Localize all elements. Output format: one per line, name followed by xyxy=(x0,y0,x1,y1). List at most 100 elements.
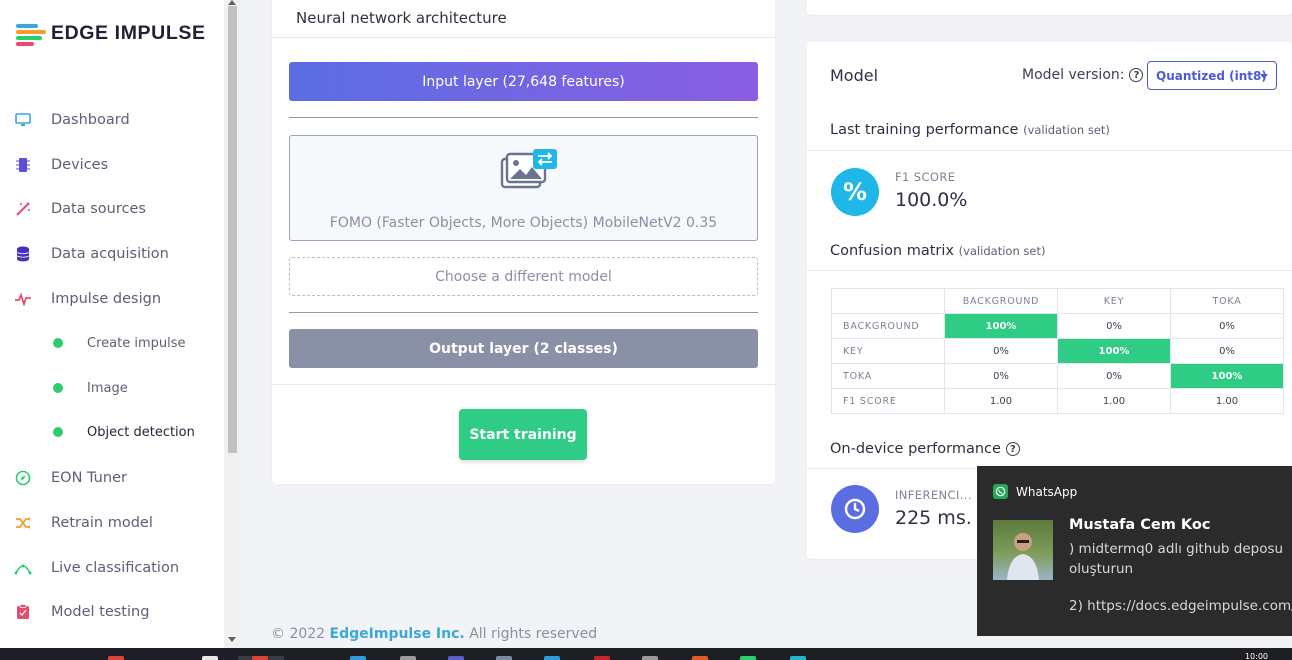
taskbar-app-icon[interactable] xyxy=(740,656,756,660)
chip-icon xyxy=(14,156,32,174)
card-title: Neural network architecture xyxy=(296,9,507,27)
sidebar-item-model-testing[interactable]: Model testing xyxy=(0,597,224,627)
row-header: KEY xyxy=(831,338,945,364)
taskbar-app-icon[interactable] xyxy=(400,656,416,660)
sidebar-item-impulse-design[interactable]: Impulse design xyxy=(0,284,224,314)
divider xyxy=(289,312,758,313)
matrix-cell: 100% xyxy=(944,313,1058,339)
choose-model-button[interactable]: Choose a different model xyxy=(289,257,758,296)
taskbar-app-icon[interactable] xyxy=(448,656,464,660)
clock-icon xyxy=(831,485,879,533)
row-header: TOKA xyxy=(831,363,945,389)
model-block[interactable]: FOMO (Faster Objects, More Objects) Mobi… xyxy=(289,135,758,241)
help-icon[interactable]: ? xyxy=(1005,442,1020,456)
row-header: BACKGROUND xyxy=(831,313,945,339)
logo-icon xyxy=(16,23,46,46)
logo[interactable]: EDGE IMPULSE xyxy=(16,22,206,46)
inferencing-label: INFERENCI... xyxy=(895,488,972,502)
percent-icon: % xyxy=(831,168,879,216)
clipboard-icon xyxy=(14,603,32,621)
column-header: TOKA xyxy=(1170,288,1284,314)
taskbar-app-icon[interactable] xyxy=(202,656,218,660)
matrix-cell: 1.00 xyxy=(1057,388,1171,414)
footer: © 2022 EdgeImpulse Inc. All rights reser… xyxy=(271,626,598,642)
model-name: FOMO (Faster Objects, More Objects) Mobi… xyxy=(329,215,718,231)
taskbar-app-icon[interactable] xyxy=(544,656,560,660)
output-layer[interactable]: Output layer (2 classes) xyxy=(289,329,758,368)
on-device-heading: On-device performance ? xyxy=(830,441,1020,457)
notification-toast[interactable]: WhatsApp Mustafa Cem Koc ) midtermq0 adl… xyxy=(977,466,1292,636)
monitor-icon xyxy=(14,111,32,129)
column-header: BACKGROUND xyxy=(944,288,1058,314)
taskbar-app-icon[interactable] xyxy=(496,656,512,660)
confusion-matrix: BACKGROUND KEY TOKA BACKGROUND 100% 0% 0… xyxy=(831,288,1284,414)
matrix-cell: 0% xyxy=(1170,313,1284,339)
sidebar-item-eon-tuner[interactable]: EON Tuner xyxy=(0,463,224,493)
card-title: Model xyxy=(830,66,879,85)
scroll-up-icon[interactable] xyxy=(228,0,236,5)
company-link[interactable]: EdgeImpulse Inc. xyxy=(330,626,465,642)
taskbar-app-icon[interactable] xyxy=(642,656,658,660)
sidebar-item-data-sources[interactable]: Data sources xyxy=(0,194,224,224)
sidebar-scrollbar[interactable] xyxy=(224,0,240,648)
notification-message: ) midtermq0 adlı github deposu oluşturun xyxy=(1069,541,1284,577)
table-row: KEY 0% 100% 0% xyxy=(831,338,1284,364)
f1-score-label: F1 SCORE xyxy=(895,170,956,184)
sidebar-item-create-impulse[interactable]: Create impulse xyxy=(0,330,224,356)
row-header: F1 SCORE xyxy=(831,388,945,414)
help-icon[interactable]: ? xyxy=(1129,68,1144,82)
sidebar-item-data-acquisition[interactable]: Data acquisition xyxy=(0,239,224,269)
divider xyxy=(272,37,775,38)
matrix-cell: 0% xyxy=(1057,313,1171,339)
sidebar-item-image[interactable]: Image xyxy=(0,375,224,401)
taskbar-app-icon[interactable] xyxy=(692,656,708,660)
taskbar: 10:00 xyxy=(0,648,1292,660)
scrollbar-thumb[interactable] xyxy=(228,6,237,453)
taskbar-app-icon[interactable] xyxy=(790,656,806,660)
compass-icon xyxy=(14,469,32,487)
matrix-cell: 0% xyxy=(1170,338,1284,364)
sidebar-item-dashboard[interactable]: Dashboard xyxy=(0,105,224,135)
shuffle-icon xyxy=(14,514,32,532)
sidebar-item-object-detection[interactable]: Object detection xyxy=(0,419,224,445)
taskbar-app-icon[interactable] xyxy=(252,656,268,660)
matrix-cell: 0% xyxy=(1057,363,1171,389)
notification-message-link: 2) https://docs.edgeimpulse.com/ xyxy=(1069,598,1292,614)
table-row: BACKGROUND 100% 0% 0% xyxy=(831,313,1284,339)
sidebar: EDGE IMPULSE Dashboard Devices Data sour… xyxy=(0,0,224,648)
scroll-down-icon[interactable] xyxy=(228,637,236,642)
taskbar-app-icon[interactable] xyxy=(594,656,610,660)
whatsapp-icon xyxy=(993,484,1008,499)
matrix-cell: 100% xyxy=(1057,338,1171,364)
input-layer[interactable]: Input layer (27,648 features) xyxy=(289,62,758,101)
sidebar-item-devices[interactable]: Devices xyxy=(0,150,224,180)
table-row: TOKA 0% 0% 100% xyxy=(831,363,1284,389)
start-training-button[interactable]: Start training xyxy=(459,409,587,460)
status-dot xyxy=(53,383,63,393)
table-row: F1 SCORE 1.00 1.00 1.00 xyxy=(831,388,1284,414)
inferencing-value: 225 ms. xyxy=(895,507,972,529)
images-swap-icon xyxy=(500,149,558,193)
divider xyxy=(807,270,1292,271)
sidebar-item-retrain-model[interactable]: Retrain model xyxy=(0,508,224,538)
last-training-heading: Last training performance (validation se… xyxy=(830,122,1110,138)
status-dot xyxy=(53,338,63,348)
f1-score-value: 100.0% xyxy=(895,189,968,211)
divider xyxy=(272,384,775,385)
matrix-cell: 0% xyxy=(944,338,1058,364)
sidebar-item-live-classification[interactable]: Live classification xyxy=(0,553,224,583)
model-version-select[interactable]: Quantized (int8) xyxy=(1147,61,1277,90)
corner-cell xyxy=(831,288,945,314)
taskbar-app-icon[interactable] xyxy=(108,656,124,660)
column-header: KEY xyxy=(1057,288,1171,314)
neural-network-card: Neural network architecture Input layer … xyxy=(272,0,775,484)
taskbar-app-icon[interactable] xyxy=(350,656,366,660)
chevron-down-icon xyxy=(1260,74,1268,79)
matrix-cell: 100% xyxy=(1170,363,1284,389)
notification-app: WhatsApp xyxy=(993,484,1077,499)
divider xyxy=(289,117,758,118)
confusion-matrix-heading: Confusion matrix (validation set) xyxy=(830,243,1046,259)
database-icon xyxy=(14,245,32,263)
status-dot xyxy=(53,427,63,437)
notification-sender: Mustafa Cem Koc xyxy=(1069,517,1211,533)
